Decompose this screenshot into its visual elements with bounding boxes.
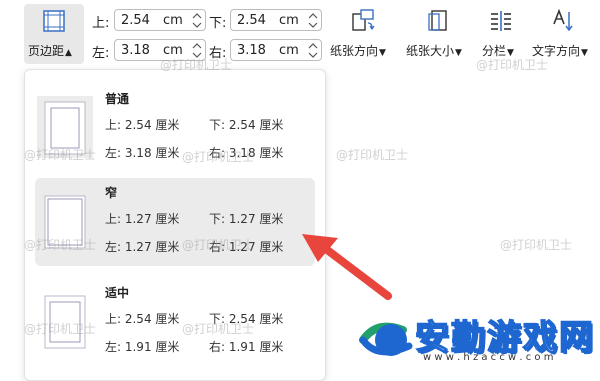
top-margin-value: 2.54 — [121, 13, 150, 28]
stepper-down-icon[interactable] — [308, 51, 318, 59]
stepper-down-icon[interactable] — [192, 21, 202, 29]
preset-bottom: 下: 1.27 厘米 — [209, 212, 284, 226]
pointer-arrow — [302, 234, 392, 300]
preset-left: 左: 1.91 厘米 — [105, 340, 180, 354]
stepper-up-icon[interactable] — [308, 42, 318, 50]
watermark: @打印机卫士 — [24, 322, 97, 336]
bottom-margin-value: 2.54 — [237, 13, 266, 28]
preset-name: 适中 — [105, 286, 130, 300]
watermark: @打印机卫士 — [476, 58, 549, 72]
logo-url: w w w . h z a c c w . c o m — [423, 352, 554, 363]
stepper-up-icon[interactable] — [192, 42, 202, 50]
top-margin-label: 上: — [92, 16, 110, 31]
watermark: @打印机卫士 — [182, 322, 255, 336]
bottom-margin-label: 下: — [209, 16, 227, 31]
chevron-down-icon: ▼ — [379, 48, 386, 58]
left-margin-value: 3.18 — [121, 43, 150, 58]
bottom-margin-input[interactable]: 2.54 cm — [230, 9, 322, 31]
margins-icon — [43, 10, 65, 32]
columns-button[interactable]: 分栏▼ — [478, 4, 524, 64]
watermark: @打印机卫士 — [24, 148, 97, 162]
stepper-up-icon[interactable] — [308, 12, 318, 20]
site-logo: 安勤游戏网 w w w . h z a c c w . c o m — [355, 300, 600, 368]
watermark: @打印机卫士 — [182, 150, 255, 164]
watermark: @打印机卫士 — [24, 238, 97, 252]
preset-top: 上: 1.27 厘米 — [105, 212, 180, 226]
preset-name: 窄 — [105, 186, 118, 200]
paper-size-button[interactable]: 纸张大小▼ — [404, 4, 474, 64]
preset-name: 普通 — [105, 92, 130, 106]
paper-size-label: 纸张大小 — [406, 44, 455, 58]
text-direction-icon — [553, 8, 573, 32]
preset-right: 右: 1.91 厘米 — [209, 340, 284, 354]
stepper-down-icon[interactable] — [308, 21, 318, 29]
preset-left: 左: 1.27 厘米 — [105, 240, 180, 254]
chevron-up-icon: ▲ — [65, 48, 72, 58]
preset-left: 左: 3.18 厘米 — [105, 146, 180, 160]
text-direction-button[interactable]: 文字方向▼ — [528, 4, 598, 64]
paper-size-icon — [428, 10, 447, 31]
preset-top: 上: 2.54 厘米 — [105, 118, 180, 132]
stepper-up-icon[interactable] — [192, 12, 202, 20]
watermark: @打印机卫士 — [336, 148, 409, 162]
right-margin-value: 3.18 — [237, 43, 266, 58]
columns-icon — [491, 11, 511, 31]
orientation-button[interactable]: 纸张方向▼ — [330, 4, 400, 64]
chevron-down-icon: ▼ — [455, 48, 462, 58]
top-margin-unit: cm — [163, 13, 183, 28]
chevron-down-icon: ▼ — [581, 48, 588, 58]
right-margin-input[interactable]: 3.18 cm — [230, 39, 322, 61]
margins-button-label: 页边距 — [28, 44, 65, 58]
watermark: @打印机卫士 — [160, 58, 233, 72]
bottom-margin-unit: cm — [279, 13, 299, 28]
orientation-label: 纸张方向 — [330, 44, 379, 58]
watermark: @打印机卫士 — [500, 238, 573, 252]
margins-button[interactable]: 页边距▲ — [24, 4, 84, 64]
watermark: @打印机卫士 — [182, 238, 255, 252]
right-margin-unit: cm — [279, 43, 299, 58]
preset-bottom: 下: 2.54 厘米 — [209, 118, 284, 132]
top-margin-input[interactable]: 2.54 cm — [114, 9, 206, 31]
left-margin-label: 左: — [92, 46, 110, 61]
page-orientation-icon — [352, 9, 375, 31]
preset-top: 上: 2.54 厘米 — [105, 312, 180, 326]
